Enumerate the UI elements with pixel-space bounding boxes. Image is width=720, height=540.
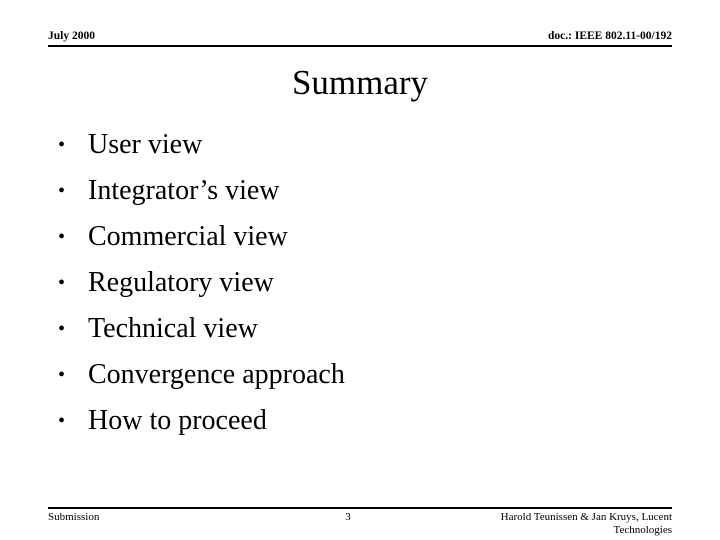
list-item-label: User view xyxy=(88,129,203,160)
slide-footer: Submission 3 Harold Teunissen & Jan Kruy… xyxy=(48,511,672,539)
bullet-dot-icon: • xyxy=(58,134,66,156)
list-item-label: Regulatory view xyxy=(88,267,274,298)
slide-page: July 2000 doc.: IEEE 802.11-00/192 Summa… xyxy=(0,0,720,540)
list-item-label: How to proceed xyxy=(88,405,267,436)
bullet-dot-icon: • xyxy=(58,364,66,386)
list-item: • Technical view xyxy=(58,306,678,352)
list-item: • Regulatory view xyxy=(58,260,678,306)
bullet-dot-icon: • xyxy=(58,180,66,202)
list-item-label: Convergence approach xyxy=(88,359,345,390)
page-title: Summary xyxy=(291,63,429,102)
list-item-label: Integrator’s view xyxy=(88,175,280,206)
footer-authors: Harold Teunissen & Jan Kruys, Lucent Tec… xyxy=(500,511,672,536)
bullet-list: • User view • Integrator’s view • Commer… xyxy=(58,122,678,444)
list-item: • User view xyxy=(58,122,678,168)
bullet-dot-icon: • xyxy=(58,410,66,432)
list-item: • How to proceed xyxy=(58,398,678,444)
list-item-label: Commercial view xyxy=(88,221,288,252)
bullet-dot-icon: • xyxy=(58,272,66,294)
bullet-dot-icon: • xyxy=(58,318,66,340)
header-date: July 2000 xyxy=(48,30,95,42)
list-item: • Integrator’s view xyxy=(58,168,678,214)
footer-divider-rule xyxy=(48,507,672,509)
bullet-dot-icon: • xyxy=(58,226,66,248)
list-item: • Convergence approach xyxy=(58,352,678,398)
header-divider-rule xyxy=(48,45,672,47)
list-item: • Commercial view xyxy=(58,214,678,260)
header-document-id: doc.: IEEE 802.11-00/192 xyxy=(548,30,672,42)
list-item-label: Technical view xyxy=(88,313,258,344)
